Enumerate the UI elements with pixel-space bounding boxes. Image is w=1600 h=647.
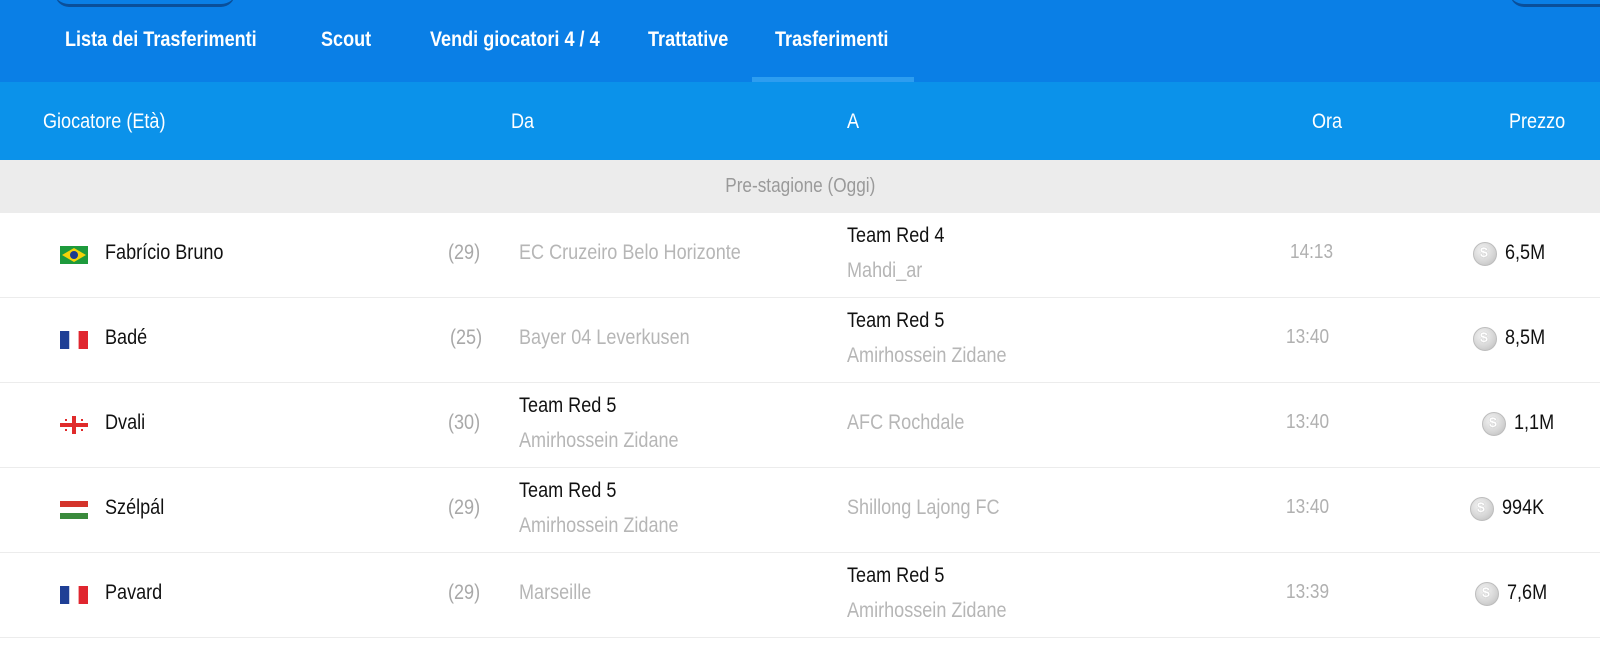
transfer-time: 14:13 [1290,241,1334,263]
player-name[interactable]: Fabrício Bruno [105,241,223,265]
tab-negotiations[interactable]: Trattative [648,0,728,82]
to-team[interactable]: AFC Rochdale [847,411,964,435]
to-team[interactable]: Team Red 5 [847,309,944,333]
nav-notch-right [1510,0,1600,7]
coin-icon [1470,497,1494,521]
player-name[interactable]: Dvali [105,411,145,435]
coin-icon [1475,582,1499,606]
from-team[interactable]: EC Cruzeiro Belo Horizonte [519,241,741,265]
table-row[interactable]: Pavard (29) Marseille Team Red 5 Amirhos… [0,553,1600,638]
table-row[interactable]: Dvali (30) Team Red 5 Amirhossein Zidane… [0,383,1600,468]
tab-transfers[interactable]: Trasferimenti [775,0,888,82]
table-row[interactable]: Badé (25) Bayer 04 Leverkusen Team Red 5… [0,298,1600,383]
hungary-flag-icon [60,501,88,519]
to-team[interactable]: Team Red 5 [847,564,944,588]
table-row[interactable]: Fabrício Bruno (29) EC Cruzeiro Belo Hor… [0,213,1600,298]
transfer-time: 13:40 [1286,326,1330,348]
coin-icon [1473,327,1497,351]
from-team[interactable]: Marseille [519,581,591,605]
player-age: (29) [448,241,481,264]
france-flag-icon [60,331,88,349]
player-age: (29) [448,581,481,604]
transfer-time: 13:39 [1286,581,1330,603]
transfer-price: 6,5M [1505,241,1546,264]
transfer-price: 8,5M [1505,326,1546,349]
header-price[interactable]: Prezzo [1509,82,1565,162]
coin-icon [1482,412,1506,436]
table-header: Giocatore (Età) Da A Ora Prezzo [0,82,1600,160]
coin-icon [1473,242,1497,266]
tab-sell-players[interactable]: Vendi giocatori 4 / 4 [430,0,600,82]
brazil-flag-icon [60,246,88,264]
player-name[interactable]: Pavard [105,581,162,605]
transfer-price: 994K [1502,496,1545,519]
from-manager[interactable]: Amirhossein Zidane [519,514,679,538]
georgia-flag-icon [60,416,88,434]
player-age: (29) [448,496,481,519]
from-manager[interactable]: Amirhossein Zidane [519,429,679,453]
transfer-time: 13:40 [1286,496,1330,518]
section-label: Pre-stagione (Oggi) [0,160,1600,213]
header-to[interactable]: A [847,82,859,162]
player-name[interactable]: Badé [105,326,147,350]
from-team[interactable]: Bayer 04 Leverkusen [519,326,690,350]
player-age: (30) [448,411,481,434]
to-manager[interactable]: Amirhossein Zidane [847,599,1007,623]
france-flag-icon [60,586,88,604]
transfer-time: 13:40 [1286,411,1330,433]
player-age: (25) [450,326,483,349]
tab-scout[interactable]: Scout [321,0,371,82]
top-nav: Lista dei Trasferimenti Scout Vendi gioc… [0,0,1600,82]
transfer-price: 1,1M [1514,411,1555,434]
from-team[interactable]: Team Red 5 [519,394,616,418]
to-team[interactable]: Team Red 4 [847,224,944,248]
from-team[interactable]: Team Red 5 [519,479,616,503]
player-name[interactable]: Szélpál [105,496,164,520]
section-label-text: Pre-stagione (Oggi) [724,175,876,197]
header-time[interactable]: Ora [1312,82,1342,162]
to-manager[interactable]: Mahdi_ar [847,259,922,283]
to-manager[interactable]: Amirhossein Zidane [847,344,1007,368]
header-player[interactable]: Giocatore (Età) [43,82,165,162]
header-from[interactable]: Da [511,82,534,162]
transfer-price: 7,6M [1507,581,1548,604]
tab-transfer-list[interactable]: Lista dei Trasferimenti [65,0,257,82]
table-row[interactable]: Szélpál (29) Team Red 5 Amirhossein Zida… [0,468,1600,553]
to-team[interactable]: Shillong Lajong FC [847,496,1000,520]
